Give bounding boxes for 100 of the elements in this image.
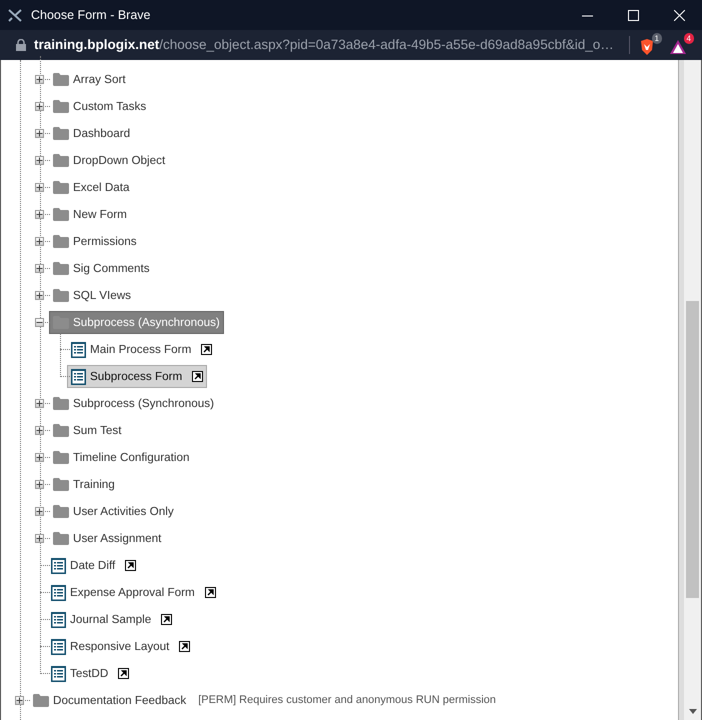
- expand-button[interactable]: [35, 480, 44, 489]
- plus-icon: [36, 508, 43, 515]
- plus-icon: [16, 697, 23, 704]
- rewards-button[interactable]: 4: [670, 32, 694, 58]
- tree-item[interactable]: DropDown Object: [49, 149, 170, 172]
- plus-icon: [36, 76, 43, 83]
- shortcut-icon[interactable]: [125, 560, 136, 571]
- tree-item[interactable]: Training: [49, 473, 119, 496]
- scroll-down-icon[interactable]: [689, 709, 697, 714]
- window-title: Choose Form - Brave: [31, 6, 150, 24]
- tree-item[interactable]: Main Process Form: [67, 338, 216, 361]
- tree-item[interactable]: Subprocess Form: [67, 365, 208, 388]
- expand-button[interactable]: [35, 534, 44, 543]
- plus-icon: [36, 238, 43, 245]
- shortcut-icon[interactable]: [204, 587, 216, 598]
- tree-item[interactable]: Timeline Configuration: [49, 446, 194, 469]
- tree-item[interactable]: Permissions: [49, 230, 141, 253]
- form-icon: [71, 342, 86, 358]
- tree-item[interactable]: SQL VIews: [49, 284, 136, 307]
- expand-button[interactable]: [35, 399, 44, 408]
- folder-icon: [53, 208, 69, 221]
- tree-item[interactable]: User Activities Only: [49, 500, 178, 523]
- folder-icon: [53, 262, 69, 275]
- plus-icon: [36, 535, 43, 542]
- expand-button[interactable]: [35, 507, 44, 516]
- tree-item[interactable]: Sig Comments: [49, 257, 154, 280]
- count-badge: 1: [652, 32, 662, 44]
- triangle-icon: [670, 40, 686, 54]
- folder-icon: [53, 127, 69, 140]
- tree-item[interactable]: Expense Approval Form: [47, 581, 220, 604]
- expand-button[interactable]: [35, 210, 44, 219]
- folder-icon: [53, 289, 69, 302]
- collapse-button[interactable]: [35, 318, 44, 327]
- expand-button[interactable]: [35, 453, 44, 462]
- shortcut-icon[interactable]: [118, 668, 130, 679]
- folder-icon: [53, 532, 69, 545]
- minus-icon: [36, 319, 43, 326]
- folder-icon: [33, 694, 49, 707]
- tree-item[interactable]: Subprocess (Asynchronous): [49, 311, 224, 334]
- expand-button[interactable]: [35, 102, 44, 111]
- shields-button[interactable]: 1: [640, 32, 662, 58]
- tree-item[interactable]: User Assignment: [49, 527, 166, 550]
- plus-icon: [36, 103, 43, 110]
- plus-icon: [36, 130, 43, 137]
- plus-icon: [36, 184, 43, 191]
- tree-item[interactable]: Subprocess (Synchronous): [49, 392, 218, 415]
- folder-icon: [53, 397, 69, 410]
- address-field[interactable]: training.bplogix.net/choose_object.aspx?pid=0a73a8e4-adfa-49b5-a55e-d69ad8a95cbf&id_o…: [34, 34, 619, 56]
- app-icon: [8, 8, 23, 22]
- tree-item[interactable]: Documentation Feedback: [29, 689, 190, 712]
- form-icon: [51, 558, 66, 574]
- expand-button[interactable]: [35, 291, 44, 300]
- shortcut-icon[interactable]: [201, 344, 212, 355]
- plus-icon: [36, 292, 43, 299]
- folder-icon: [53, 235, 69, 248]
- plus-icon: [36, 454, 43, 461]
- expand-button[interactable]: [15, 696, 24, 705]
- form-icon: [71, 368, 86, 384]
- plus-icon: [36, 481, 43, 488]
- tree-item[interactable]: Sum Test: [49, 419, 126, 442]
- plus-icon: [36, 211, 43, 218]
- tree-item[interactable]: Excel Data: [49, 176, 134, 199]
- permission-note: [PERM] Requires customer and anonymous RUN permission: [198, 693, 496, 708]
- close-icon: [674, 10, 684, 20]
- folder-icon: [53, 424, 69, 437]
- expand-button[interactable]: [35, 156, 44, 165]
- tree-item[interactable]: Journal Sample: [47, 608, 176, 631]
- expand-button[interactable]: [35, 264, 44, 273]
- tree-item[interactable]: Array Sort: [49, 68, 130, 91]
- tree-item[interactable]: Custom Tasks: [49, 95, 150, 118]
- folder-icon: [53, 478, 69, 491]
- form-icon: [51, 612, 66, 628]
- expand-button[interactable]: [35, 75, 44, 84]
- tree-item[interactable]: TestDD: [47, 662, 134, 685]
- folder-icon: [53, 451, 69, 464]
- shortcut-icon[interactable]: [192, 371, 204, 382]
- shortcut-icon[interactable]: [179, 641, 190, 652]
- scrollbar[interactable]: [684, 60, 702, 720]
- form-icon: [51, 666, 66, 682]
- plus-icon: [36, 265, 43, 272]
- expand-button[interactable]: [35, 129, 44, 138]
- folder-icon: [53, 100, 69, 113]
- shortcut-icon[interactable]: [161, 614, 172, 625]
- tree-item[interactable]: Responsive Layout: [47, 635, 194, 658]
- expand-button[interactable]: [35, 237, 44, 246]
- folder-icon: [53, 181, 69, 194]
- expand-button[interactable]: [35, 426, 44, 435]
- folder-icon: [53, 505, 69, 518]
- tree-item[interactable]: Dashboard: [49, 122, 134, 145]
- plus-icon: [36, 427, 43, 434]
- folder-icon: [53, 154, 69, 167]
- tree-item[interactable]: New Form: [49, 203, 131, 226]
- form-icon: [51, 584, 66, 600]
- form-icon: [51, 638, 66, 654]
- scrollbar-thumb[interactable]: [686, 301, 699, 598]
- maximize-icon: [628, 10, 638, 20]
- tree-item[interactable]: Date Diff: [47, 554, 140, 577]
- expand-button[interactable]: [35, 183, 44, 192]
- folder-icon: [53, 73, 69, 86]
- lion-shield-icon: [640, 39, 654, 56]
